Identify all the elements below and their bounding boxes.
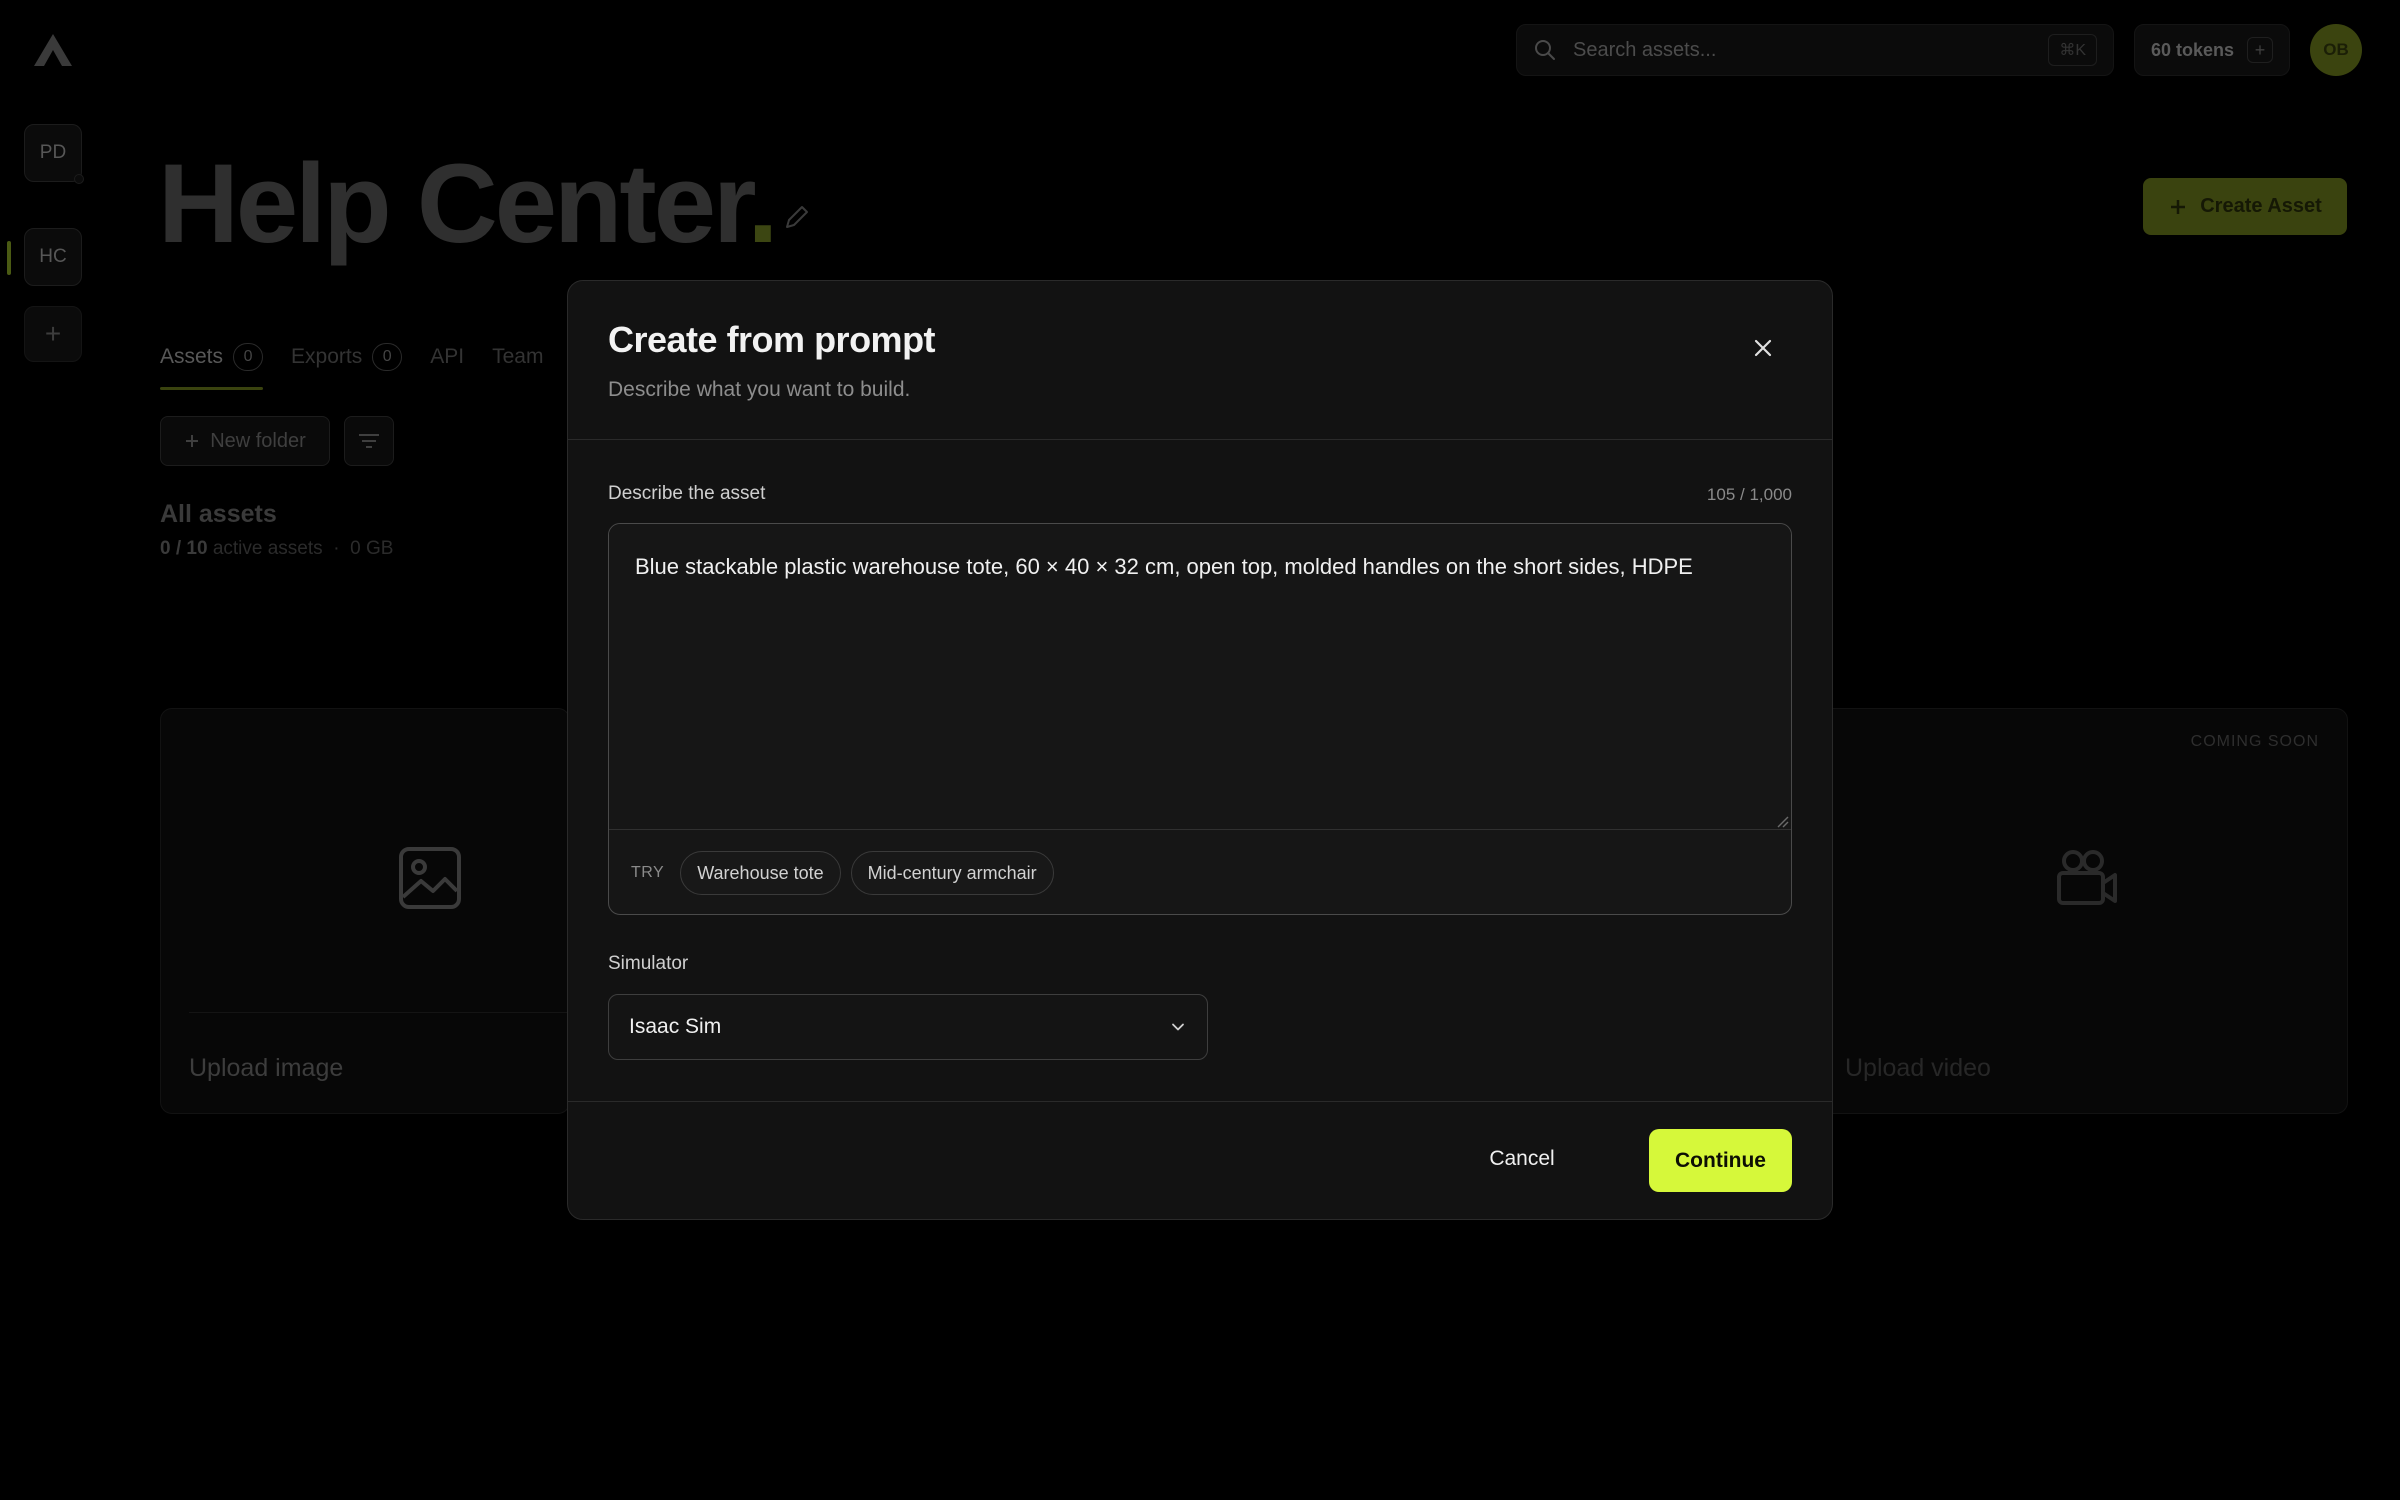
workspace-hc-initials: HC [39, 246, 67, 267]
tab-team-label: Team [492, 345, 544, 368]
create-from-prompt-dialog: Create from prompt Describe what you wan… [567, 280, 1833, 1220]
search-bar[interactable]: Search assets... ⌘K [1516, 24, 2114, 76]
page-title-period: . [747, 141, 778, 266]
page-title: Help Center. [158, 148, 779, 260]
close-icon[interactable] [1750, 335, 1776, 361]
suggestion-row: TRY Warehouse tote Mid-century armchair [609, 831, 1791, 914]
page-title-text: Help Center [158, 141, 750, 266]
video-camera-icon [2057, 850, 2117, 905]
coming-soon-badge: COMING SOON [2190, 733, 2319, 750]
workspace-chevron-icon [74, 174, 84, 184]
tab-exports[interactable]: Exports 0 [291, 332, 403, 382]
dialog-subtitle: Describe what you want to build. [608, 378, 911, 401]
footer-divider [568, 1101, 1832, 1102]
tab-assets-label: Assets [160, 345, 224, 368]
plus-icon [2171, 199, 2186, 214]
tab-exports-count: 0 [372, 343, 403, 371]
new-folder-label: New folder [210, 429, 306, 452]
simulator-select[interactable]: Isaac Sim [608, 994, 1208, 1060]
continue-button[interactable]: Continue [1649, 1129, 1792, 1192]
prompt-box: TRY Warehouse tote Mid-century armchair [608, 523, 1792, 915]
filter-icon [359, 434, 379, 448]
active-workspace-indicator [7, 241, 11, 275]
workspace-pd-initials: PD [39, 142, 67, 163]
card-divider [189, 1012, 569, 1013]
cancel-button[interactable]: Cancel [1472, 1129, 1572, 1189]
simulator-selected-value: Isaac Sim [629, 1015, 722, 1038]
edit-title-pencil-icon[interactable] [782, 202, 812, 232]
search-placeholder: Search assets... [1573, 38, 1717, 61]
add-tokens-button[interactable]: + [2247, 37, 2273, 63]
suggestion-chip-mid-century-armchair[interactable]: Mid-century armchair [850, 851, 1054, 895]
new-folder-button[interactable]: New folder [160, 416, 330, 466]
upload-image-card[interactable]: Upload image [160, 708, 570, 1114]
character-counter: 105 / 1,000 [1706, 485, 1792, 504]
workspace-pd-button[interactable]: PD [24, 124, 84, 184]
tab-team[interactable]: Team [492, 332, 543, 382]
prompt-field-label: Describe the asset [608, 483, 766, 504]
meta-separator: · [333, 538, 340, 559]
upload-image-label: Upload image [189, 1054, 344, 1082]
dialog-title: Create from prompt [608, 319, 936, 360]
asset-usage-meta: 0 / 10 active assets · 0 GB [160, 538, 393, 560]
prompt-textarea[interactable] [609, 524, 1791, 830]
simulator-field-label: Simulator [608, 953, 689, 974]
search-icon [1535, 40, 1555, 60]
upload-video-label: Upload video [1845, 1054, 1991, 1082]
app-logo-icon[interactable] [32, 32, 74, 68]
header-divider [568, 439, 1832, 440]
add-workspace-button[interactable]: + [24, 306, 82, 362]
workspace-rail: PD HC + [0, 0, 104, 1500]
active-label: active assets [212, 538, 323, 559]
suggestion-chip-warehouse-tote[interactable]: Warehouse tote [680, 851, 841, 895]
tokens-balance[interactable]: 60 tokens + [2134, 24, 2290, 76]
storage-used: 0 GB [350, 538, 394, 559]
tab-exports-label: Exports [291, 345, 363, 368]
tokens-label: 60 tokens [2151, 39, 2235, 60]
chevron-down-icon [1172, 1023, 1184, 1031]
create-asset-label: Create Asset [2200, 195, 2322, 217]
upload-video-card: COMING SOON Upload video [1790, 708, 2348, 1114]
user-avatar[interactable]: OB [2310, 24, 2362, 76]
page-tabs: Assets 0 Exports 0 API Team [160, 332, 543, 390]
resize-handle-icon[interactable] [1775, 814, 1789, 828]
active-count: 0 / 10 [160, 538, 208, 559]
plus-icon [186, 435, 199, 447]
try-label: TRY [631, 864, 665, 881]
search-shortcut-badge: ⌘K [2048, 34, 2097, 66]
tab-assets-count: 0 [233, 343, 264, 371]
plus-icon: + [44, 318, 62, 349]
workspace-hc-button[interactable]: HC [24, 228, 82, 286]
create-asset-button[interactable]: Create Asset [2143, 178, 2347, 235]
tab-api[interactable]: API [430, 332, 464, 382]
filter-button[interactable] [344, 416, 394, 466]
tab-assets[interactable]: Assets 0 [160, 332, 264, 390]
section-title: All assets [160, 500, 277, 528]
tab-api-label: API [430, 345, 465, 368]
image-icon [399, 847, 461, 909]
avatar-initials: OB [2323, 40, 2349, 59]
